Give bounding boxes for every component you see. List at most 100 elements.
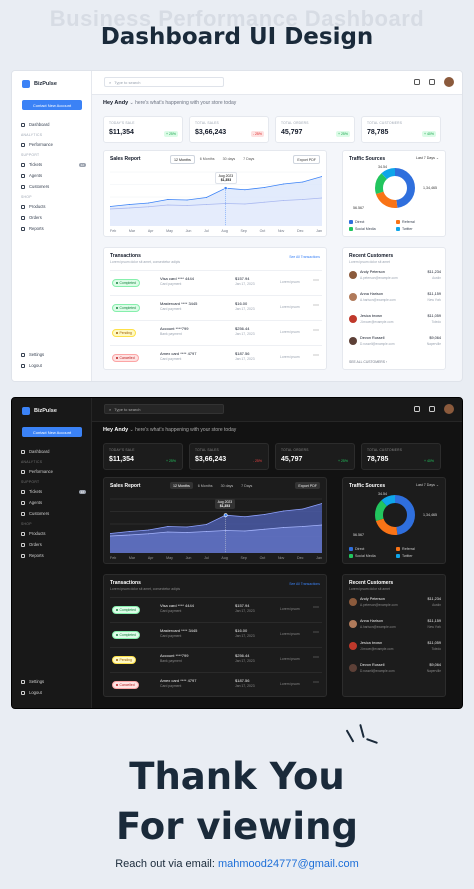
avatar[interactable] <box>444 77 454 87</box>
description: Lorem ipsum <box>280 330 300 334</box>
tab-period[interactable]: 12 Months <box>170 155 195 164</box>
legend-swatch <box>396 227 400 231</box>
sidebar-item-logout[interactable]: Logout <box>21 360 86 371</box>
legend-item: Referral <box>396 220 443 224</box>
tab-period[interactable]: 7 Days <box>240 155 257 164</box>
table-row[interactable]: Pending Account ****799 Bank payment $256.4… <box>110 320 322 344</box>
sidebar-item-dashboard[interactable]: Dashboard <box>21 446 86 457</box>
sidebar-item-tickets[interactable]: Tickets 12 <box>21 486 86 497</box>
avatar[interactable] <box>444 404 454 414</box>
bell-icon[interactable] <box>429 406 435 412</box>
data-point <box>263 528 265 530</box>
see-all-transactions-link[interactable]: See All Transactions <box>289 255 320 259</box>
list-item[interactable]: Andy Peterson A.peterson@example.com $11,2… <box>349 268 441 288</box>
table-row[interactable]: Cancelled Amex card **** 4797 Card payment… <box>110 345 322 369</box>
list-item[interactable]: Devon Russell D.russell@example.com $9,064… <box>349 334 441 354</box>
sidebar-item-customers[interactable]: Customers <box>21 508 86 519</box>
tab-period[interactable]: 12 Months <box>170 482 193 489</box>
sidebar-item-tickets[interactable]: Tickets 12 <box>21 159 86 170</box>
x-tick-label: Jun <box>185 229 192 233</box>
sidebar-item-logout[interactable]: Logout <box>21 687 86 698</box>
inbox-icon[interactable] <box>414 406 420 412</box>
table-row[interactable]: Completed Visa card **** 4444 Card payment… <box>110 597 322 621</box>
email-link[interactable]: mahmood24777@gmail.com <box>218 858 359 870</box>
bell-icon[interactable] <box>429 79 435 85</box>
data-point <box>205 524 207 525</box>
tab-period[interactable]: 6 Months <box>195 482 216 489</box>
export-pdf-button[interactable]: Export PDF <box>295 482 320 489</box>
sidebar-item-label: Performance <box>29 142 53 147</box>
sidebar-item-agents[interactable]: Agents <box>21 170 86 181</box>
x-tick-label: Feb <box>110 229 117 233</box>
sales-report-title: Sales Report <box>110 483 141 489</box>
tab-period[interactable]: 7 Days <box>238 482 255 489</box>
x-tick-label: Oct <box>259 556 266 560</box>
more-options-icon[interactable]: ⋯ <box>313 629 319 636</box>
range-dropdown[interactable]: Last 7 Days ⌄ <box>416 156 439 160</box>
sidebar-item-label: Reports <box>29 226 44 231</box>
more-options-icon[interactable]: ⋯ <box>313 604 319 611</box>
sidebar-item-orders[interactable]: Orders <box>21 539 86 550</box>
sidebar-item-settings[interactable]: Settings <box>21 349 86 360</box>
traffic-donut <box>375 495 415 535</box>
sidebar-item-reports[interactable]: Reports <box>21 550 86 561</box>
search-input[interactable]: ⌕ Type to search <box>104 404 224 414</box>
sidebar-item-orders[interactable]: Orders <box>21 212 86 223</box>
table-row[interactable]: Completed Mastercard **** 3445 Card paymen… <box>110 295 322 319</box>
description: Lorem ipsum <box>280 280 300 284</box>
sidebar-item-dashboard[interactable]: Dashboard <box>21 119 86 130</box>
contact-new-account-button[interactable]: Contact New Account <box>22 100 82 110</box>
data-point <box>128 207 130 209</box>
more-options-icon[interactable]: ⋯ <box>313 679 319 686</box>
method-type: Card payment <box>160 609 182 613</box>
legend-item: Twitter <box>396 554 443 558</box>
sidebar-item-agents[interactable]: Agents <box>21 497 86 508</box>
table-row[interactable]: Completed Mastercard **** 3445 Card paymen… <box>110 622 322 646</box>
brand-logo[interactable]: BizPulse <box>22 407 57 415</box>
data-point <box>244 530 246 532</box>
data-point <box>148 206 150 208</box>
more-options-icon[interactable]: ⋯ <box>313 654 319 661</box>
list-item[interactable]: Jesica brown J.brown@example.com $11,059 To… <box>349 312 441 332</box>
table-row[interactable]: Cancelled Amex card **** 4797 Card payment… <box>110 672 322 696</box>
data-point <box>167 531 169 533</box>
sidebar-item-performance[interactable]: Performance <box>21 139 86 150</box>
description: Lorem ipsum <box>280 657 300 661</box>
see-all-customers-link[interactable]: SEE ALL CUSTOMERS › <box>349 360 387 364</box>
see-all-transactions-link[interactable]: See All Transactions <box>289 582 320 586</box>
sidebar-item-products[interactable]: Products <box>21 201 86 212</box>
avatar <box>349 315 357 323</box>
list-item[interactable]: Anna Harison A.harison@example.com $11,159… <box>349 617 441 637</box>
tab-period[interactable]: 30 days <box>220 155 239 164</box>
export-pdf-button[interactable]: Export PDF <box>293 155 320 164</box>
more-options-icon[interactable]: ⋯ <box>313 277 319 284</box>
search-input[interactable]: ⌕ Type to search <box>104 77 224 87</box>
status-dot-icon <box>116 357 118 360</box>
stat-value: $11,354 <box>109 129 134 136</box>
sidebar-item-settings[interactable]: Settings <box>21 676 86 687</box>
tab-period[interactable]: 30 days <box>218 482 237 489</box>
contact-new-account-button[interactable]: Contact New Account <box>22 427 82 437</box>
avatar <box>349 598 357 606</box>
data-point <box>186 532 188 533</box>
sales-report-card: Sales Report 12 Months 6 Months 30 days 7 Da… <box>103 150 327 237</box>
tab-period[interactable]: 6 Months <box>197 155 218 164</box>
legend-label: Direct <box>355 220 365 224</box>
list-item[interactable]: Andy Peterson A.peterson@example.com $11,2… <box>349 595 441 615</box>
table-row[interactable]: Pending Account ****799 Bank payment $256.4… <box>110 647 322 671</box>
list-item[interactable]: Anna Harison A.harison@example.com $11,159… <box>349 290 441 310</box>
sidebar-item-customers[interactable]: Customers <box>21 181 86 192</box>
sidebar-item-reports[interactable]: Reports <box>21 223 86 234</box>
customer-email: A.peterson@example.com <box>360 276 398 280</box>
more-options-icon[interactable]: ⋯ <box>313 302 319 309</box>
list-item[interactable]: Jesica brown J.brown@example.com $11,059 To… <box>349 639 441 659</box>
sidebar-item-performance[interactable]: Performance <box>21 466 86 477</box>
more-options-icon[interactable]: ⋯ <box>313 352 319 359</box>
sidebar-item-products[interactable]: Products <box>21 528 86 539</box>
inbox-icon[interactable] <box>414 79 420 85</box>
table-row[interactable]: Completed Visa card **** 4444 Card payment… <box>110 270 322 294</box>
brand-logo[interactable]: BizPulse <box>22 80 57 88</box>
more-options-icon[interactable]: ⋯ <box>313 327 319 334</box>
list-item[interactable]: Devon Russell D.russell@example.com $9,064… <box>349 661 441 681</box>
range-dropdown[interactable]: Last 7 Days ⌄ <box>416 483 439 487</box>
